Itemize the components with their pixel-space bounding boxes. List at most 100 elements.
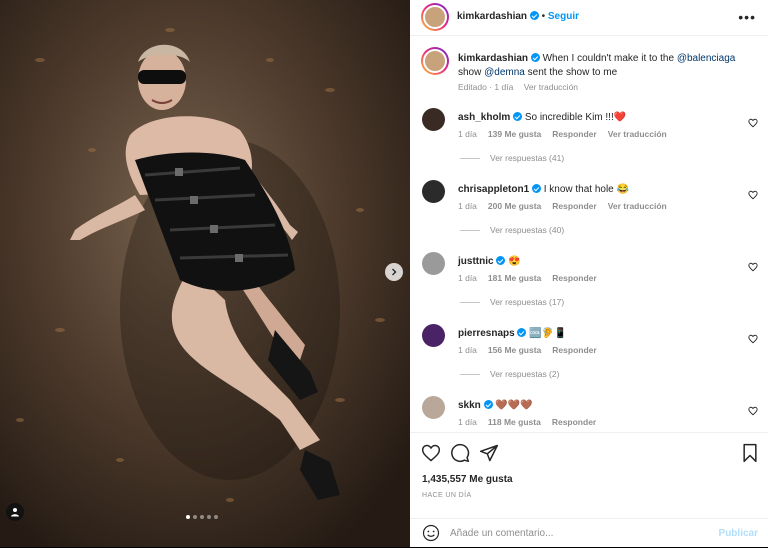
post-media[interactable] bbox=[0, 0, 410, 547]
commenter-avatar[interactable] bbox=[422, 396, 445, 419]
view-replies-label: Ver respuestas (40) bbox=[490, 225, 565, 235]
verified-badge-icon bbox=[513, 112, 523, 121]
comment-age: 1 día bbox=[458, 129, 477, 139]
comment-item: justtnic 😍 1 día 181 Me gusta Responder Ver … bbox=[410, 252, 768, 312]
replies-divider bbox=[460, 157, 480, 159]
comment-line: pierresnaps 🆒🦻📱 bbox=[458, 328, 567, 339]
view-replies-link[interactable]: Ver respuestas (40) bbox=[460, 225, 564, 235]
bookmark-icon[interactable] bbox=[740, 443, 760, 463]
reply-button[interactable]: Responder bbox=[552, 273, 596, 283]
comment-translate-link[interactable]: Ver traducción bbox=[608, 201, 667, 211]
view-replies-label: Ver respuestas (2) bbox=[490, 369, 560, 379]
caption-username[interactable]: kimkardashian bbox=[458, 53, 528, 64]
commenter-username[interactable]: chrisappleton1 bbox=[458, 184, 529, 195]
comment-heart-icon[interactable] bbox=[748, 262, 758, 272]
comment-like-count[interactable]: 118 Me gusta bbox=[488, 417, 541, 427]
comment-text: I know that hole 😂 bbox=[543, 184, 629, 195]
tagged-users-button[interactable] bbox=[6, 503, 24, 521]
commenter-username[interactable]: ash_kholm bbox=[458, 112, 510, 123]
view-replies-link[interactable]: Ver respuestas (41) bbox=[460, 153, 564, 163]
view-replies-label: Ver respuestas (41) bbox=[490, 153, 565, 163]
carousel-dot bbox=[200, 515, 204, 519]
commenter-username[interactable]: justtnic bbox=[458, 256, 494, 267]
comment-meta: 1 día 118 Me gusta Responder bbox=[458, 417, 596, 427]
verified-badge-icon bbox=[529, 11, 539, 20]
caption-meta: Editado · 1 día Ver traducción bbox=[458, 82, 579, 92]
next-slide-button[interactable] bbox=[385, 263, 403, 281]
post-actions: 1,435,557 Me gusta HACE UN DÍA Publicar bbox=[410, 432, 768, 547]
caption-text: kimkardashian When I couldn't make it to… bbox=[458, 52, 758, 80]
comment-heart-icon[interactable] bbox=[748, 118, 758, 128]
comment-icon[interactable] bbox=[450, 443, 470, 463]
comment-meta: 1 día 139 Me gusta Responder Ver traducción bbox=[458, 129, 667, 139]
comment-meta: 1 día 200 Me gusta Responder Ver traducción bbox=[458, 201, 667, 211]
commenter-avatar[interactable] bbox=[422, 252, 445, 275]
follow-button[interactable]: Seguir bbox=[548, 11, 579, 22]
post-age: HACE UN DÍA bbox=[422, 492, 472, 499]
comment-line: skkn 🤎🤎🤎 bbox=[458, 400, 533, 411]
comment-line: ash_kholm So incredible Kim !!!❤️ bbox=[458, 112, 626, 123]
publish-button[interactable]: Publicar bbox=[719, 528, 758, 539]
add-comment-bar: Publicar bbox=[410, 518, 768, 548]
author-username[interactable]: kimkardashian bbox=[457, 11, 527, 22]
post-photo bbox=[0, 0, 410, 547]
caption-age: 1 día bbox=[494, 82, 514, 92]
caption-author-avatar[interactable] bbox=[421, 47, 449, 75]
comment-meta: 1 día 156 Me gusta Responder bbox=[458, 345, 597, 355]
commenter-avatar[interactable] bbox=[422, 180, 445, 203]
caption-translate-link[interactable]: Ver traducción bbox=[524, 82, 578, 92]
commenter-avatar[interactable] bbox=[422, 108, 445, 131]
comment-age: 1 día bbox=[458, 201, 477, 211]
comment-line: chrisappleton1 I know that hole 😂 bbox=[458, 184, 629, 195]
like-count[interactable]: 1,435,557 Me gusta bbox=[422, 474, 513, 485]
carousel-indicator bbox=[186, 515, 218, 519]
heart-icon[interactable] bbox=[421, 443, 441, 463]
comment-like-count[interactable]: 156 Me gusta bbox=[488, 345, 541, 355]
carousel-dot bbox=[193, 515, 197, 519]
carousel-dot bbox=[207, 515, 211, 519]
verified-badge-icon bbox=[531, 184, 541, 193]
comment-translate-link[interactable]: Ver traducción bbox=[608, 129, 667, 139]
carousel-dot bbox=[186, 515, 190, 519]
post-details-panel: kimkardashian • Seguir ••• kimkardashian… bbox=[410, 0, 768, 547]
view-replies-link[interactable]: Ver respuestas (2) bbox=[460, 369, 559, 379]
mention-link[interactable]: @demna bbox=[484, 67, 525, 78]
reply-button[interactable]: Responder bbox=[552, 417, 596, 427]
more-icon[interactable]: ••• bbox=[738, 10, 756, 24]
reply-button[interactable]: Responder bbox=[552, 129, 596, 139]
comment-age: 1 día bbox=[458, 417, 477, 427]
comment-like-count[interactable]: 139 Me gusta bbox=[488, 129, 541, 139]
comment-like-count[interactable]: 181 Me gusta bbox=[488, 273, 541, 283]
comment-like-count[interactable]: 200 Me gusta bbox=[488, 201, 541, 211]
user-tag-icon bbox=[11, 508, 19, 517]
author-avatar[interactable] bbox=[421, 3, 449, 31]
comment-heart-icon[interactable] bbox=[748, 190, 758, 200]
verified-badge-icon bbox=[530, 53, 540, 62]
commenter-username[interactable]: skkn bbox=[458, 400, 481, 411]
verified-badge-icon bbox=[496, 256, 506, 265]
comment-text: 😍 bbox=[508, 256, 521, 267]
comment-heart-icon[interactable] bbox=[748, 334, 758, 344]
mention-link[interactable]: @balenciaga bbox=[677, 53, 736, 64]
emoji-icon[interactable] bbox=[422, 524, 440, 542]
chevron-right-icon bbox=[392, 268, 397, 276]
comment-heart-icon[interactable] bbox=[748, 406, 758, 416]
view-replies-link[interactable]: Ver respuestas (17) bbox=[460, 297, 564, 307]
verified-badge-icon bbox=[517, 328, 527, 337]
reply-button[interactable]: Responder bbox=[552, 201, 596, 211]
carousel-dot bbox=[214, 515, 218, 519]
comment-item: ash_kholm So incredible Kim !!!❤️ 1 día 13… bbox=[410, 108, 768, 168]
author-line: kimkardashian • Seguir bbox=[457, 11, 579, 22]
replies-divider bbox=[460, 229, 480, 231]
comment-input[interactable] bbox=[450, 525, 700, 541]
comment-age: 1 día bbox=[458, 345, 477, 355]
reply-button[interactable]: Responder bbox=[552, 345, 596, 355]
comment-item: pierresnaps 🆒🦻📱 1 día 156 Me gusta Responde… bbox=[410, 324, 768, 384]
caption-text-part: show bbox=[458, 67, 485, 78]
comment-age: 1 día bbox=[458, 273, 477, 283]
share-icon[interactable] bbox=[479, 443, 499, 463]
post-modal: kimkardashian • Seguir ••• kimkardashian… bbox=[0, 0, 768, 547]
commenter-avatar[interactable] bbox=[422, 324, 445, 347]
comment-text: 🆒🦻📱 bbox=[529, 328, 567, 339]
commenter-username[interactable]: pierresnaps bbox=[458, 328, 515, 339]
